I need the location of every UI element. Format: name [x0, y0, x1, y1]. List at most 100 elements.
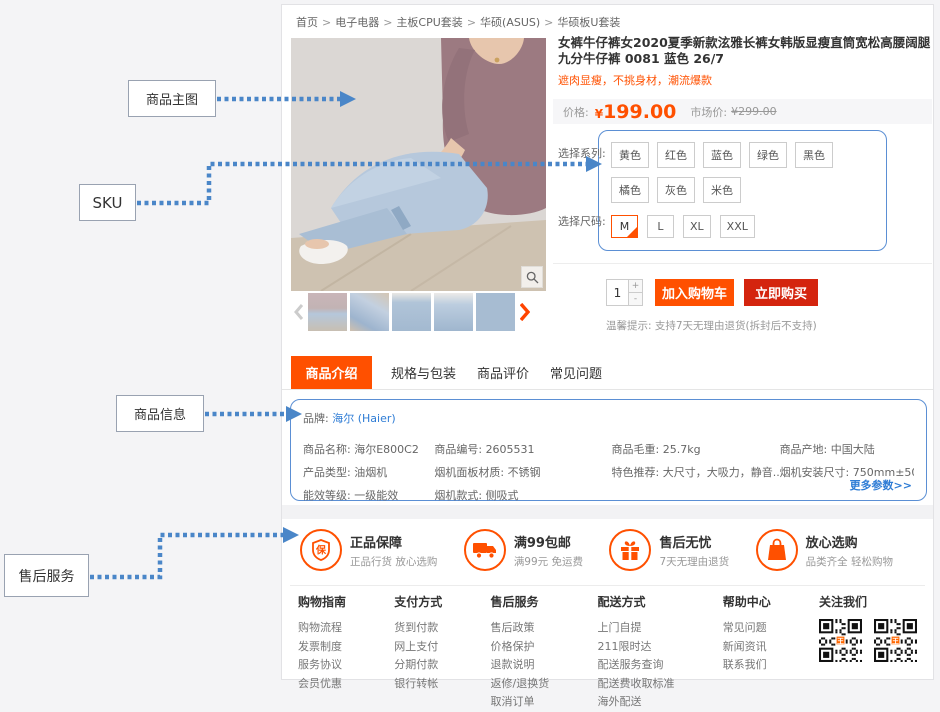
service-title: 满99包邮 — [514, 532, 583, 551]
footer-link[interactable]: 联系我们 — [723, 656, 771, 675]
product-main-image[interactable] — [291, 38, 546, 291]
footer-link[interactable]: 配送服务查询 — [597, 656, 674, 675]
footer-link[interactable]: 价格保护 — [491, 638, 550, 657]
buy-row: 1 + - 加入购物车 立即购买 — [558, 279, 932, 306]
breadcrumb: 首页>电子电器>主板CPU套装>华硕(ASUS)>华硕板U套装 — [296, 14, 620, 30]
breadcrumb-link[interactable]: 华硕板U套装 — [557, 16, 620, 29]
product-thumbnail[interactable] — [476, 293, 515, 331]
info-grid: 商品名称: 海尔E800C2商品编号: 2605531商品毛重: 25.7kg商… — [303, 441, 914, 503]
bag-icon — [756, 529, 798, 571]
footer-link[interactable]: 常见问题 — [723, 619, 771, 638]
product-thumbnail[interactable] — [392, 293, 431, 331]
tab-常见问题[interactable]: 常见问题 — [548, 356, 604, 389]
buy-now-button[interactable]: 立即购买 — [744, 279, 818, 306]
size-option[interactable]: L — [647, 215, 674, 238]
size-option[interactable]: XL — [683, 215, 711, 238]
product-thumbnail[interactable] — [350, 293, 389, 331]
more-params-link[interactable]: 更多参数>> — [850, 477, 912, 493]
footer-link[interactable]: 服务协议 — [298, 656, 346, 675]
color-option[interactable]: 橘色 — [611, 177, 649, 203]
product-promo: 遮肉显瘦，不挑身材，潮流爆款 — [558, 72, 932, 88]
info-field-label: 特色推荐: — [612, 466, 663, 479]
quantity-input[interactable]: 1 — [606, 279, 629, 306]
info-field: 商品产地: 中国大陆 — [780, 441, 914, 457]
footer-link[interactable]: 退款说明 — [491, 656, 550, 675]
product-thumbnail[interactable] — [308, 293, 347, 331]
quantity-stepper: 1 + - — [606, 279, 643, 306]
quantity-increase-button[interactable]: + — [629, 279, 643, 293]
tab-商品评价[interactable]: 商品评价 — [475, 356, 531, 389]
footer-link[interactable]: 取消订单 — [491, 693, 550, 712]
info-field-label: 烟机安装尺寸: — [780, 466, 853, 479]
qr-code: 王 — [819, 619, 862, 662]
footer-column-title: 支付方式 — [394, 593, 442, 610]
info-field-label: 产品类型: — [303, 466, 354, 479]
breadcrumb-link[interactable]: 华硕(ASUS) — [480, 16, 540, 29]
prev-thumbnail-icon[interactable] — [291, 293, 305, 331]
breadcrumb-separator: > — [383, 16, 392, 29]
color-option[interactable]: 蓝色 — [703, 142, 741, 168]
price-bar: 价格: ¥199.00 市场价: ¥299.00 — [553, 99, 932, 124]
footer-link[interactable]: 上门自提 — [597, 619, 674, 638]
color-option[interactable]: 黑色 — [795, 142, 833, 168]
product-thumbnail[interactable] — [434, 293, 473, 331]
footer-link[interactable]: 购物流程 — [298, 619, 346, 638]
section-divider-band — [282, 505, 933, 519]
footer-link[interactable]: 货到付款 — [394, 619, 442, 638]
breadcrumb-separator: > — [544, 16, 553, 29]
footer-link[interactable]: 海外配送 — [597, 693, 674, 712]
site-footer: 购物指南购物流程发票制度服务协议会员优惠支付方式货到付款网上支付分期付款银行转帐… — [298, 593, 917, 712]
breadcrumb-link[interactable]: 电子电器 — [335, 16, 379, 29]
product-summary: 女裤牛仔裤女2020夏季新款泫雅长裤女韩版显瘦直筒宽松高腰阔腿九分牛仔裤 008… — [558, 35, 932, 333]
info-field-value: 2605531 — [486, 443, 535, 456]
divider — [553, 263, 932, 264]
footer-column: 售后服务售后政策价格保护退款说明返修/退换货取消订单 — [491, 593, 550, 712]
footer-link[interactable]: 分期付款 — [394, 656, 442, 675]
footer-link[interactable]: 新闻资讯 — [723, 638, 771, 657]
info-field-label: 烟机款式: — [434, 489, 485, 502]
footer-column: 支付方式货到付款网上支付分期付款银行转帐 — [394, 593, 442, 712]
size-option[interactable]: M — [611, 215, 638, 238]
color-option[interactable]: 绿色 — [749, 142, 787, 168]
size-option[interactable]: XXL — [720, 215, 755, 238]
purchase-tip: 温馨提示: 支持7天无理由退货(拆封后不支持) — [558, 318, 932, 333]
color-option[interactable]: 米色 — [703, 177, 741, 203]
info-field-value: 一级能效 — [354, 489, 398, 502]
breadcrumb-separator: > — [322, 16, 331, 29]
service-badge: 放心选购品类齐全 轻松购物 — [756, 529, 893, 571]
color-option[interactable]: 黄色 — [611, 142, 649, 168]
add-to-cart-button[interactable]: 加入购物车 — [655, 279, 734, 306]
next-thumbnail-icon[interactable] — [518, 293, 532, 331]
tab-商品介绍[interactable]: 商品介绍 — [291, 356, 372, 389]
brand-label: 品牌: — [303, 412, 329, 425]
footer-divider — [290, 585, 925, 586]
footer-column: 帮助中心常见问题新闻资讯联系我们 — [723, 593, 771, 712]
info-field-value: 不锈钢 — [508, 466, 541, 479]
footer-link[interactable]: 211限时达 — [597, 638, 674, 657]
breadcrumb-link[interactable]: 首页 — [296, 16, 318, 29]
market-price-label: 市场价: — [690, 104, 727, 120]
annotated-product-page: { "annotations": { "main_image": "商品主图",… — [0, 0, 940, 684]
market-price-value: ¥299.00 — [731, 105, 777, 118]
annotation-product-info: 商品信息 — [116, 395, 204, 432]
shield-icon: 保 — [300, 529, 342, 571]
footer-link[interactable]: 发票制度 — [298, 638, 346, 657]
footer-link[interactable]: 网上支付 — [394, 638, 442, 657]
brand-link[interactable]: 海尔 (Haier) — [332, 412, 395, 425]
tab-规格与包装[interactable]: 规格与包装 — [389, 356, 458, 389]
color-option[interactable]: 灰色 — [657, 177, 695, 203]
quantity-decrease-button[interactable]: - — [629, 293, 643, 307]
color-option[interactable]: 红色 — [657, 142, 695, 168]
info-field: 商品编号: 2605531 — [434, 441, 611, 457]
footer-column: 配送方式上门自提211限时达配送服务查询配送费收取标准海外配送 — [597, 593, 674, 712]
service-badge: 满99包邮满99元 免运费 — [464, 529, 583, 571]
series-label: 选择系列: — [558, 145, 606, 161]
breadcrumb-link[interactable]: 主板CPU套装 — [396, 16, 462, 29]
service-desc: 正品行货 放心选购 — [350, 554, 437, 569]
magnifier-icon[interactable] — [521, 266, 543, 288]
service-title: 售后无忧 — [659, 532, 729, 551]
info-field-label: 商品编号: — [434, 443, 485, 456]
info-field: 商品名称: 海尔E800C2 — [303, 441, 434, 457]
footer-link[interactable]: 售后政策 — [491, 619, 550, 638]
annotation-main-image: 商品主图 — [128, 80, 216, 117]
